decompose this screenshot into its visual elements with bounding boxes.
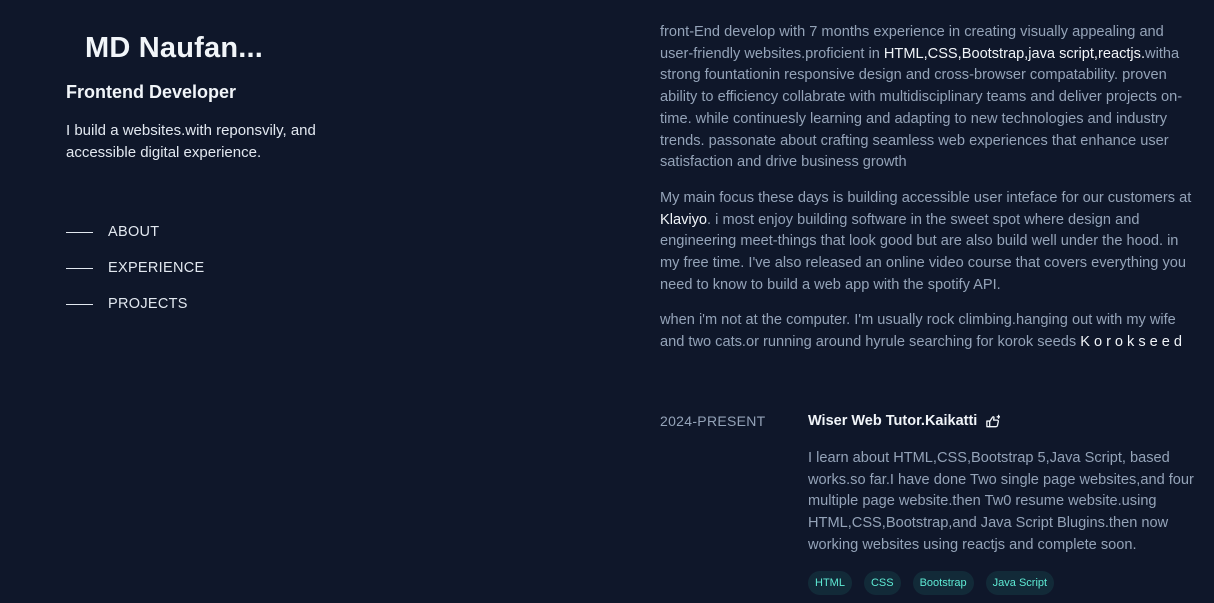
text-line: . i most enjoy building software in the … bbox=[707, 211, 1140, 228]
portfolio-page: MD Naufan... Frontend Developer I build … bbox=[0, 0, 1214, 603]
text-line: when i'm not at the computer. I'm usuall… bbox=[660, 312, 1176, 329]
nav-indicator-line bbox=[66, 267, 93, 269]
text-line: trends. passonate about crafting seamles… bbox=[660, 132, 1169, 149]
text-line: HTML,CSS,Bootstrap,and Java Script Blugi… bbox=[808, 515, 1169, 532]
nav-item-label: EXPERIENCE bbox=[108, 260, 205, 276]
nav-indicator-line bbox=[66, 231, 93, 233]
text-line: multiple page website.then Tw0 resume we… bbox=[808, 493, 1157, 510]
skills-highlight: HTML,CSS,Bootstrap,java script,reactjs. bbox=[883, 45, 1146, 62]
about-paragraph: My main focus these days is building acc… bbox=[660, 188, 1214, 297]
section-nav: ABOUT EXPERIENCE PROJECTS bbox=[66, 214, 204, 322]
klaviyo-link[interactable]: Klaviyo bbox=[660, 212, 707, 228]
text-line: works.so far.I have done Two single page… bbox=[808, 471, 1194, 488]
text-line: I learn about HTML,CSS,Bootstrap 5,Java … bbox=[808, 450, 1170, 466]
skill-tag: HTML bbox=[808, 571, 852, 595]
text-line: strong fountationin responsive design an… bbox=[660, 67, 1167, 84]
nav-indicator-line bbox=[66, 303, 93, 305]
text-line: engineering meet-things that look good b… bbox=[660, 233, 1179, 250]
text-line: front-End develop with 7 months experien… bbox=[660, 24, 1164, 40]
text-line: ability to efficiency collabrate with mu… bbox=[660, 89, 1183, 106]
skill-tag: Java Script bbox=[985, 571, 1055, 595]
text-line: my free time. I've also released an onli… bbox=[660, 255, 1187, 272]
text-line: user-friendly websites.proficient in bbox=[660, 45, 884, 62]
nav-item-experience[interactable]: EXPERIENCE bbox=[66, 250, 204, 286]
text-line: My main focus these days is building acc… bbox=[660, 189, 1192, 206]
skill-tag: Bootstrap bbox=[912, 571, 974, 595]
experience-date: 2024-PRESENT bbox=[660, 413, 766, 429]
text-line: and two cats.or running around hyrule se… bbox=[660, 334, 1081, 351]
text-line: need to know to build a web app with the… bbox=[660, 276, 1001, 293]
nav-item-label: PROJECTS bbox=[108, 296, 188, 312]
nav-item-label: ABOUT bbox=[108, 224, 160, 240]
text-line: time. while continuesly learning and ada… bbox=[660, 110, 1168, 127]
external-link-hand-icon bbox=[985, 414, 1001, 429]
experience-title-text: Wiser Web Tutor.Kaikatti bbox=[808, 413, 978, 429]
skill-tag: CSS bbox=[863, 571, 901, 595]
text-line: working websites using reactjs and compl… bbox=[808, 536, 1137, 553]
text-line: satisfaction and drive business growth bbox=[660, 154, 907, 171]
experience-description: I learn about HTML,CSS,Bootstrap 5,Java … bbox=[808, 448, 1194, 557]
about-paragraph: when i'm not at the computer. I'm usuall… bbox=[660, 310, 1214, 353]
nav-item-projects[interactable]: PROJECTS bbox=[66, 286, 204, 322]
experience-title[interactable]: Wiser Web Tutor.Kaikatti bbox=[808, 413, 1001, 429]
nav-item-about[interactable]: ABOUT bbox=[66, 214, 204, 250]
about-paragraph: front-End develop with 7 months experien… bbox=[660, 22, 1214, 174]
korok-seed-text: Korokseed bbox=[1080, 334, 1186, 351]
about-section: front-End develop with 7 months experien… bbox=[660, 22, 1214, 368]
skill-tags: HTML CSS Bootstrap Java Script bbox=[808, 571, 1055, 595]
profile-name[interactable]: MD Naufan... bbox=[85, 32, 263, 65]
profile-role: Frontend Developer bbox=[66, 82, 237, 102]
text-line: witha bbox=[1145, 45, 1180, 62]
profile-tagline: I build a websites.with reponsvily, and … bbox=[66, 122, 316, 161]
